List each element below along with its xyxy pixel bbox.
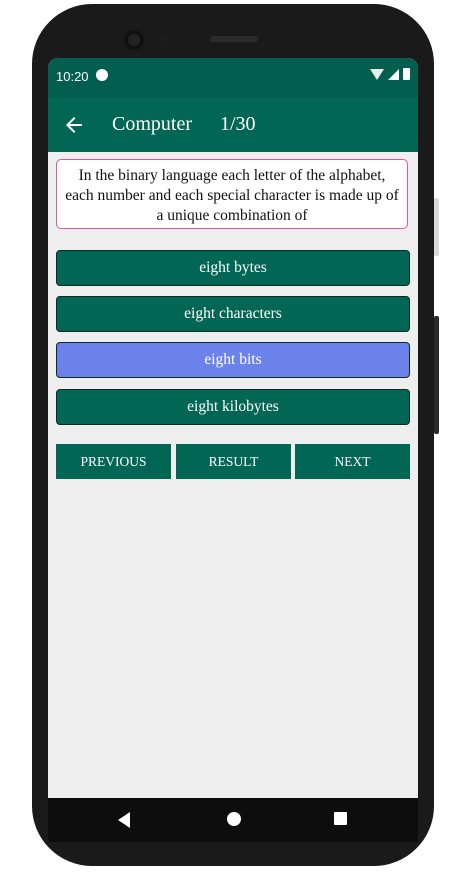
option-button-3-selected[interactable]: eight bits <box>56 342 410 378</box>
front-camera <box>124 30 144 50</box>
question-counter: 1/30 <box>220 113 256 135</box>
app-notification-icon <box>96 69 108 81</box>
status-icons <box>370 68 410 80</box>
option-button-2[interactable]: eight characters <box>56 296 410 332</box>
circle-home-icon[interactable] <box>227 812 241 826</box>
camera-sensor <box>160 36 166 42</box>
status-time: 10:20 <box>56 69 89 84</box>
wifi-icon <box>370 68 384 80</box>
next-button[interactable]: NEXT <box>295 444 410 479</box>
option-button-1[interactable]: eight bytes <box>56 250 410 286</box>
phone-side-button-power <box>434 198 439 256</box>
app-bar: Computer 1/30 <box>48 98 418 152</box>
signal-icon <box>388 68 399 80</box>
option-button-4[interactable]: eight kilobytes <box>56 389 410 425</box>
triangle-back-icon[interactable] <box>118 812 130 828</box>
system-navigation-bar <box>48 798 418 842</box>
status-bar: 10:20 <box>48 58 418 98</box>
earpiece-speaker <box>210 36 258 42</box>
previous-button[interactable]: PREVIOUS <box>56 444 171 479</box>
result-button[interactable]: RESULT <box>176 444 291 479</box>
arrow-back-icon[interactable] <box>62 113 86 137</box>
phone-side-button-volume <box>434 316 439 434</box>
page-title: Computer <box>112 113 192 135</box>
app-screen: 10:20 Computer 1/30 In the binary langua… <box>48 58 418 798</box>
battery-icon <box>403 68 410 80</box>
square-recent-icon[interactable] <box>334 812 347 825</box>
question-card: In the binary language each letter of th… <box>56 159 408 229</box>
